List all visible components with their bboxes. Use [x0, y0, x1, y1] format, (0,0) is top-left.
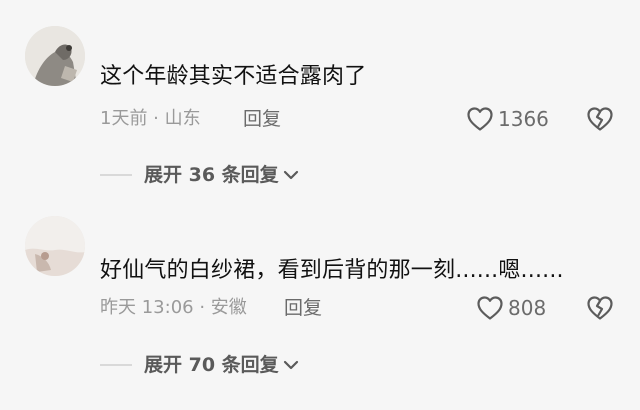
heart-outline-icon — [477, 296, 503, 320]
reply-button[interactable]: 回复 — [284, 296, 322, 320]
divider — [100, 364, 132, 366]
comment-meta: 昨天 13:06 · 安徽 — [100, 297, 247, 318]
like-button[interactable]: 1366 — [466, 106, 549, 132]
comment-text: 这个年龄其实不适合露肉了 — [100, 64, 367, 89]
avatar[interactable] — [25, 26, 85, 86]
comment-text: 好仙气的白纱裙，看到后背的那一刻......嗯...... — [100, 258, 564, 283]
chevron-down-icon — [283, 360, 298, 370]
heart-outline-icon — [467, 107, 493, 131]
avatar-image — [25, 26, 85, 86]
expand-replies-button[interactable]: 展开 36 条回复 — [100, 163, 299, 187]
reply-button[interactable]: 回复 — [243, 107, 281, 131]
comment-item: 好仙气的白纱裙，看到后背的那一刻......嗯...... 昨天 13:06 ·… — [0, 200, 640, 410]
broken-heart-icon[interactable] — [586, 295, 614, 321]
divider — [100, 174, 132, 176]
expand-replies-label: 展开 70 条回复 — [144, 354, 279, 376]
broken-heart-icon[interactable] — [586, 106, 614, 132]
chevron-down-icon — [283, 170, 298, 180]
avatar-image — [25, 216, 85, 276]
comment-meta: 1天前 · 山东 — [100, 108, 201, 129]
expand-replies-button[interactable]: 展开 70 条回复 — [100, 353, 299, 377]
comment-item: 这个年龄其实不适合露肉了 1天前 · 山东 回复 1366 展开 36 条回复 — [0, 0, 640, 200]
expand-replies-label: 展开 36 条回复 — [144, 164, 279, 186]
like-count: 808 — [508, 296, 547, 320]
like-count: 1366 — [498, 107, 549, 131]
avatar[interactable] — [25, 216, 85, 276]
like-button[interactable]: 808 — [476, 295, 546, 321]
